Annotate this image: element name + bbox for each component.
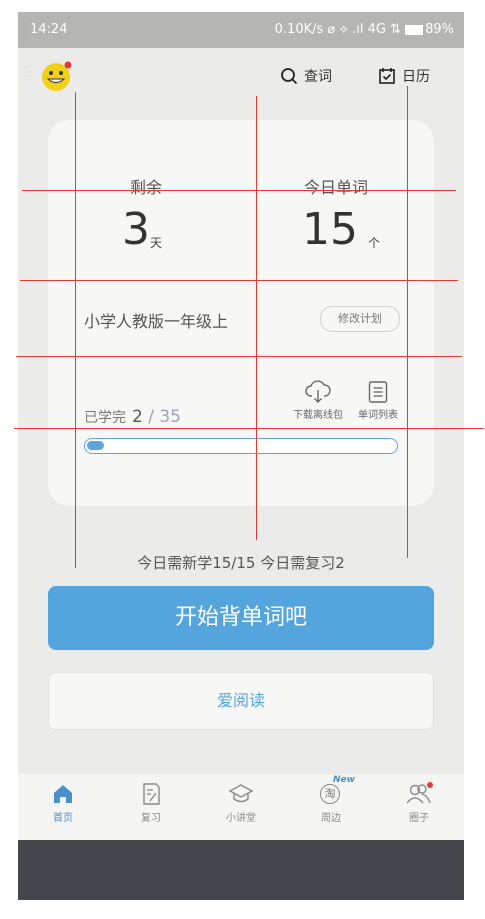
status-time: 14:24 <box>30 22 68 37</box>
remaining-days-value: 3 <box>122 204 150 255</box>
calendar-button[interactable]: 日历 <box>378 65 430 87</box>
word-list-label: 单词列表 <box>358 410 398 421</box>
tab-nearby-label: 周边 <box>321 813 341 824</box>
graduation-cap-icon <box>228 784 254 803</box>
progress-label: 已学完 <box>84 410 126 426</box>
study-plan-card: 剩余 3 天 今日单词 15 个 小学人教版一年级上 修改计划 已学完 2 / 3… <box>48 120 434 506</box>
taobao-icon: 淘 New <box>311 775 355 806</box>
search-icon <box>281 68 298 85</box>
people-icon <box>406 782 433 804</box>
tab-review[interactable]: 复习 <box>116 782 186 824</box>
guide-line-horizontal <box>16 356 462 357</box>
home-icon <box>54 785 72 803</box>
remaining-days-unit: 天 <box>150 236 163 250</box>
guide-line-vertical <box>407 86 408 558</box>
today-words-value: 15 <box>302 204 358 255</box>
tab-circle-label: 圈子 <box>409 813 429 824</box>
review-icon <box>143 783 160 805</box>
search-word-button[interactable]: 查词 <box>280 65 332 87</box>
search-word-label: 查词 <box>304 69 332 85</box>
progress-done: 2 <box>132 407 143 427</box>
guide-line-vertical <box>75 92 76 568</box>
top-bar: · · 查词 日历 <box>18 48 464 104</box>
guide-line-horizontal <box>20 280 458 281</box>
plan-book-title: 小学人教版一年级上 <box>84 312 229 331</box>
network-indicators: 0.10K/s ⌀ ⟡ .ıl 4G ⇅ <box>274 22 401 37</box>
word-list-button[interactable]: 单词列表 <box>352 380 404 421</box>
daily-summary: 今日需新学15/15 今日需复习2 <box>137 554 345 572</box>
tab-lecture-label: 小讲堂 <box>226 813 256 824</box>
divider <box>62 358 420 359</box>
progress-bar-fill <box>87 441 104 450</box>
progress-bar <box>84 438 398 454</box>
guide-line-horizontal <box>22 190 456 191</box>
download-offline-button[interactable]: 下载离线包 <box>292 380 344 421</box>
guide-line-horizontal <box>14 428 484 429</box>
progress-text: 已学完 2 / 35 <box>84 407 181 427</box>
guide-line-vertical <box>256 96 257 540</box>
drawer-dots-icon[interactable]: · · <box>28 68 31 83</box>
progress-total: / 35 <box>142 407 181 427</box>
taobao-glyph: 淘 <box>320 784 340 804</box>
start-memorizing-button[interactable]: 开始背单词吧 <box>48 586 434 650</box>
tab-home[interactable]: 首页 <box>28 782 98 824</box>
remaining-days-label: 剩余 <box>130 178 163 197</box>
download-offline-label: 下载离线包 <box>293 410 343 421</box>
cloud-download-icon <box>305 380 331 403</box>
calendar-check-icon <box>379 68 395 84</box>
modify-plan-button[interactable]: 修改计划 <box>320 306 400 332</box>
tab-lecture[interactable]: 小讲堂 <box>206 782 276 824</box>
love-reading-button[interactable]: 爱阅读 <box>48 672 434 730</box>
tab-review-label: 复习 <box>141 813 161 824</box>
tab-nearby[interactable]: 淘 New 周边 <box>296 775 366 824</box>
tab-home-label: 首页 <box>53 813 73 824</box>
divider <box>62 284 420 285</box>
phone-screen: 14:24 0.10K/s ⌀ ⟡ .ıl 4G ⇅ 89% · · 查词 日历 … <box>18 12 464 900</box>
new-badge: New <box>333 775 355 785</box>
avatar[interactable] <box>40 60 72 92</box>
word-list-icon <box>368 381 388 403</box>
calendar-label: 日历 <box>402 69 430 85</box>
battery-percent: 89% <box>425 22 454 37</box>
status-bar: 14:24 0.10K/s ⌀ ⟡ .ıl 4G ⇅ 89% <box>18 12 464 48</box>
battery-icon <box>405 24 424 35</box>
status-indicators: 0.10K/s ⌀ ⟡ .ıl 4G ⇅ 89% <box>275 22 454 37</box>
bottom-tab-bar: 首页 复习 小讲堂 淘 New 周边 圈子 <box>18 774 464 840</box>
navigation-bar-area <box>18 840 464 900</box>
tab-circle[interactable]: 圈子 <box>384 782 454 824</box>
today-words-unit: 个 <box>368 236 381 250</box>
today-words-label: 今日单词 <box>304 178 369 197</box>
